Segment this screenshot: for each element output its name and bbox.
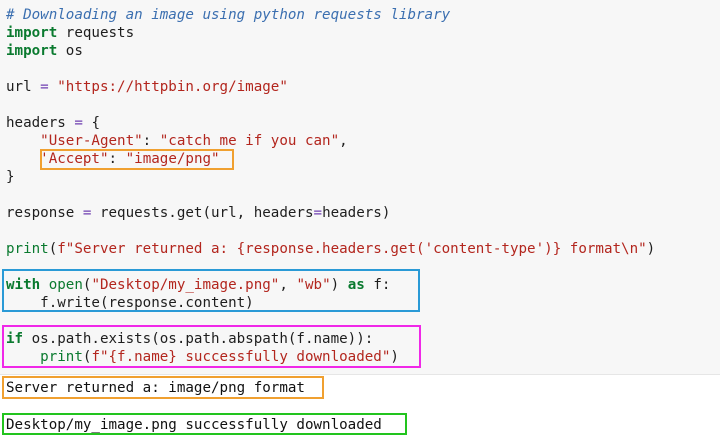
code-line-import-os: import os [6,42,83,60]
brace: { [91,115,100,131]
operator: = [74,115,83,131]
highlight-box-output1 [2,376,324,399]
code-line-user-agent: "User-Agent": "catch me if you can", [40,133,348,149]
string-literal: "catch me if you can" [159,133,340,149]
variable: headers [6,115,75,131]
code-line-brace-close: } [6,168,15,186]
string-literal: "User-Agent" [40,133,143,149]
variable: response [6,205,83,221]
builtin-print: print [6,241,49,257]
code-line-import-requests: import requests [6,24,134,42]
highlight-box-output2 [2,413,407,435]
string-literal: 'content-type' [424,241,545,257]
code-line-response: response = requests.get(url, headers=hea… [6,204,390,222]
paren: ( [48,241,58,257]
call-expression: requests.get(url, headers [91,205,314,221]
code-line-comment: # Downloading an image using python requ… [6,6,450,24]
keyword-import: import [6,43,58,59]
fstring-literal: f"Server returned a: {response.headers.g… [57,241,425,257]
highlight-box-if-block [2,325,421,368]
keyword-import: import [6,25,58,41]
highlight-box-accept [40,149,234,170]
paren: ) [646,241,656,257]
code-line-url: url = "https://httpbin.org/image" [6,78,288,96]
module-name: os [65,43,83,59]
operator: = [313,205,323,221]
variable: url [6,79,41,95]
call-expression: headers) [322,205,391,221]
fstring-literal: )} format\n" [544,241,647,257]
code-line-print: print(f"Server returned a: {response.hea… [6,240,655,258]
operator: = [40,79,49,95]
module-name: requests [65,25,135,41]
highlight-box-with-block [2,269,420,312]
code-editor[interactable]: # Downloading an image using python requ… [0,0,720,375]
brace: } [6,169,15,185]
comment-text: # Downloading an image using python requ… [6,7,451,23]
code-line-headers: headers = { [6,114,100,132]
string-literal: "https://httpbin.org/image" [57,79,288,95]
